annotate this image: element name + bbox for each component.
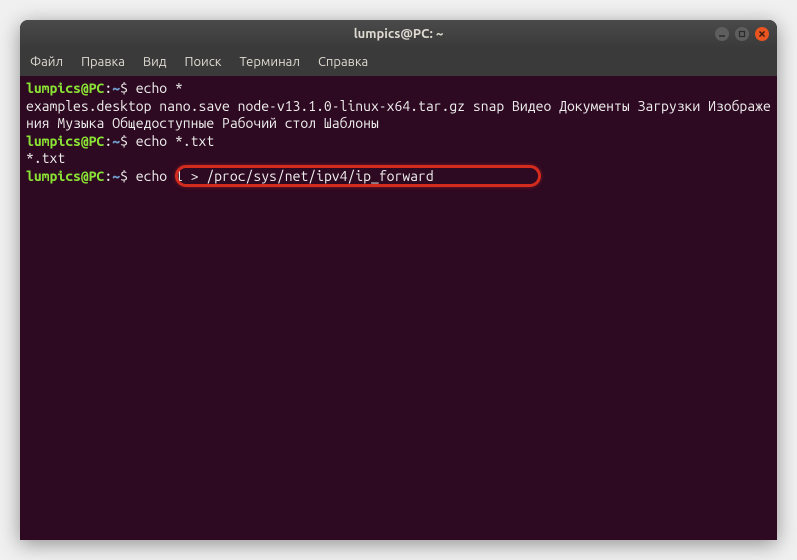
prompt-user: lumpics@PC: [26, 133, 104, 149]
terminal-output: *.txt: [26, 150, 771, 168]
terminal-line-highlighted: lumpics@PC:~$ echo 1 > /proc/sys/net/ipv…: [26, 168, 434, 186]
terminal-output: examples.desktop nano.save node-v13.1.0-…: [26, 98, 771, 133]
command-text: echo *.txt: [128, 133, 214, 149]
window-controls: [715, 27, 769, 41]
terminal-body[interactable]: lumpics@PC:~$ echo * examples.desktop na…: [20, 76, 777, 540]
minimize-icon: [718, 30, 726, 38]
menu-terminal[interactable]: Терминал: [239, 55, 299, 69]
menu-file[interactable]: Файл: [30, 55, 63, 69]
menubar: Файл Правка Вид Поиск Терминал Справка: [20, 48, 777, 76]
prompt-path: ~: [112, 133, 120, 149]
titlebar[interactable]: lumpics@PC: ~: [20, 20, 777, 48]
close-icon: [758, 30, 766, 38]
minimize-button[interactable]: [715, 27, 729, 41]
menu-help[interactable]: Справка: [318, 55, 368, 69]
menu-search[interactable]: Поиск: [184, 55, 221, 69]
terminal-window: lumpics@PC: ~ Файл Правка Вид Поиск Терм…: [20, 20, 777, 540]
prompt-user: lumpics@PC: [26, 168, 104, 184]
maximize-button[interactable]: [735, 27, 749, 41]
prompt-symbol: $: [120, 80, 128, 96]
prompt-user: lumpics@PC: [26, 80, 104, 96]
prompt-path: ~: [112, 80, 120, 96]
command-text: echo *: [128, 80, 183, 96]
maximize-icon: [738, 30, 746, 38]
menu-edit[interactable]: Правка: [81, 55, 125, 69]
command-text: echo 1 > /proc/sys/net/ipv4/ip_forward: [128, 168, 434, 184]
prompt-symbol: $: [120, 168, 128, 184]
terminal-line: lumpics@PC:~$ echo *.txt: [26, 133, 771, 151]
terminal-line: lumpics@PC:~$ echo *: [26, 80, 771, 98]
close-button[interactable]: [755, 27, 769, 41]
prompt-symbol: $: [120, 133, 128, 149]
window-title: lumpics@PC: ~: [354, 27, 444, 41]
menu-view[interactable]: Вид: [143, 55, 167, 69]
prompt-path: ~: [112, 168, 120, 184]
